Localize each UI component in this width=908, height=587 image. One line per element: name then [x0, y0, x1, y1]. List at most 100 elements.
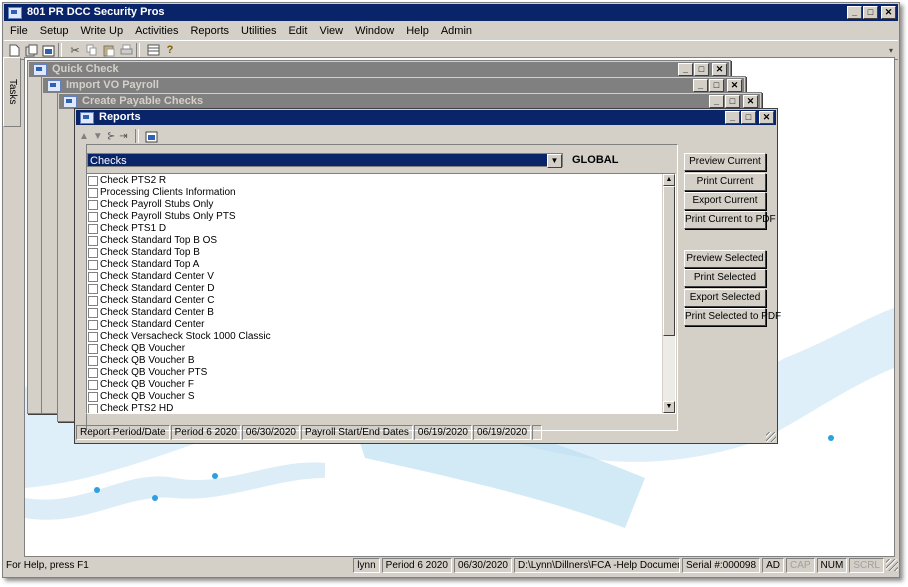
checkbox[interactable] — [88, 296, 98, 306]
quick-check-minimize-button[interactable]: _ — [678, 63, 693, 76]
report-category-select[interactable]: Checks ▼ — [87, 153, 563, 168]
checkbox[interactable] — [88, 260, 98, 270]
checkbox[interactable] — [88, 344, 98, 354]
outdent-icon[interactable]: ⇥ — [119, 131, 127, 142]
checkbox[interactable] — [88, 308, 98, 318]
scroll-up-icon[interactable]: ▲ — [663, 174, 675, 186]
export-current-button[interactable]: Export Current — [684, 192, 766, 210]
list-item[interactable]: Check Standard Top B — [87, 247, 661, 259]
preview-current-button[interactable]: Preview Current — [684, 153, 766, 171]
checkbox[interactable] — [88, 392, 98, 402]
properties-icon[interactable] — [41, 43, 55, 57]
toolbar-overflow-icon[interactable]: ▾ — [884, 43, 898, 57]
quick-check-maximize-button[interactable]: □ — [694, 63, 709, 76]
list-scrollbar[interactable]: ▲ ▼ — [662, 174, 675, 413]
checkbox[interactable] — [88, 404, 98, 413]
list-item[interactable]: Processing Clients Information — [87, 187, 661, 199]
list-item[interactable]: Check QB Voucher PTS — [87, 367, 661, 379]
app-resize-grip[interactable] — [886, 559, 898, 571]
export-selected-button[interactable]: Export Selected — [684, 289, 766, 307]
list-item[interactable]: Check Standard Center D — [87, 283, 661, 295]
dropdown-arrow-icon[interactable]: ▼ — [547, 154, 562, 168]
menu-admin[interactable]: Admin — [435, 23, 478, 39]
print-current-button[interactable]: Print Current — [684, 173, 766, 191]
list-item[interactable]: Check Payroll Stubs Only PTS — [87, 211, 661, 223]
checkbox[interactable] — [88, 320, 98, 330]
indent-icon[interactable]: ⊱ — [107, 131, 115, 142]
menu-utilities[interactable]: Utilities — [235, 23, 282, 39]
checkbox[interactable] — [88, 176, 98, 186]
list-item[interactable]: Check QB Voucher — [87, 343, 661, 355]
checkbox[interactable] — [88, 248, 98, 258]
window-list-icon[interactable] — [146, 43, 160, 57]
checkbox[interactable] — [88, 332, 98, 342]
menu-window[interactable]: Window — [349, 23, 400, 39]
minimize-button[interactable]: _ — [847, 6, 862, 19]
import-vo-payroll-titlebar[interactable]: Import VO Payroll _ □ ✕ — [43, 78, 744, 93]
reports-maximize-button[interactable]: □ — [741, 111, 756, 124]
cut-icon[interactable]: ✂ — [68, 43, 82, 57]
checkbox[interactable] — [88, 284, 98, 294]
list-item[interactable]: Check Standard Center C — [87, 295, 661, 307]
import-vo-close-button[interactable]: ✕ — [727, 79, 742, 92]
import-vo-maximize-button[interactable]: □ — [709, 79, 724, 92]
paste-icon[interactable] — [102, 43, 116, 57]
menu-activities[interactable]: Activities — [129, 23, 184, 39]
list-item[interactable]: Check Versacheck Stock 1000 Classic — [87, 331, 661, 343]
menu-view[interactable]: View — [313, 23, 349, 39]
checkbox[interactable] — [88, 356, 98, 366]
payable-minimize-button[interactable]: _ — [709, 95, 724, 108]
menu-write-up[interactable]: Write Up — [74, 23, 129, 39]
checkbox[interactable] — [88, 272, 98, 282]
reports-close-button[interactable]: ✕ — [759, 111, 774, 124]
checkbox[interactable] — [88, 200, 98, 210]
import-vo-minimize-button[interactable]: _ — [693, 79, 708, 92]
reports-titlebar[interactable]: Reports _ □ ✕ — [76, 110, 776, 125]
print-current-pdf-button[interactable]: Print Current to PDF — [684, 211, 776, 229]
close-button[interactable]: ✕ — [881, 6, 896, 19]
maximize-button[interactable]: □ — [863, 6, 878, 19]
reports-window[interactable]: Reports _ □ ✕ ▲ ▼ ⊱ ⇥ Checks ▼ GLOBAL Ch… — [74, 108, 781, 444]
list-item[interactable]: Check QB Voucher B — [87, 355, 661, 367]
menu-file[interactable]: File — [4, 23, 34, 39]
checkbox[interactable] — [88, 188, 98, 198]
menu-setup[interactable]: Setup — [34, 23, 75, 39]
print-icon[interactable] — [119, 43, 133, 57]
list-item[interactable]: Check Standard Center — [87, 319, 661, 331]
list-item[interactable]: Check Standard Top A — [87, 259, 661, 271]
copy-icon[interactable] — [85, 43, 99, 57]
new-icon[interactable] — [7, 43, 21, 57]
payable-close-button[interactable]: ✕ — [743, 95, 758, 108]
checkbox[interactable] — [88, 212, 98, 222]
move-down-icon[interactable]: ▼ — [93, 131, 103, 142]
list-item[interactable]: Check Standard Top B OS — [87, 235, 661, 247]
menu-edit[interactable]: Edit — [282, 23, 313, 39]
checkbox[interactable] — [88, 368, 98, 378]
list-item[interactable]: Check Standard Center V — [87, 271, 661, 283]
print-selected-button[interactable]: Print Selected — [684, 269, 766, 287]
tasks-tab[interactable]: Tasks — [3, 57, 21, 127]
scroll-thumb[interactable] — [663, 186, 675, 336]
list-item[interactable]: Check QB Voucher S — [87, 391, 661, 403]
payable-maximize-button[interactable]: □ — [725, 95, 740, 108]
preview-selected-button[interactable]: Preview Selected — [684, 250, 766, 268]
list-item[interactable]: Check PTS2 HD — [87, 403, 661, 413]
print-selected-pdf-button[interactable]: Print Selected to PDF — [684, 308, 781, 326]
list-item[interactable]: Check Payroll Stubs Only — [87, 199, 661, 211]
list-item[interactable]: Check PTS1 D — [87, 223, 661, 235]
quick-check-close-button[interactable]: ✕ — [712, 63, 727, 76]
checkbox[interactable] — [88, 236, 98, 246]
app-titlebar[interactable]: 801 PR DCC Security Pros _ □ ✕ — [4, 4, 898, 21]
quick-check-titlebar[interactable]: Quick Check _ □ ✕ — [29, 62, 729, 77]
report-properties-icon[interactable] — [145, 129, 159, 143]
list-item[interactable]: Check QB Voucher F — [87, 379, 661, 391]
scroll-down-icon[interactable]: ▼ — [663, 401, 675, 413]
reports-minimize-button[interactable]: _ — [725, 111, 740, 124]
create-payable-checks-titlebar[interactable]: Create Payable Checks _ □ ✕ — [59, 94, 760, 109]
checkbox[interactable] — [88, 224, 98, 234]
list-item[interactable]: Check PTS2 R — [87, 175, 661, 187]
report-list[interactable]: Check PTS2 R Processing Clients Informat… — [86, 173, 676, 414]
checkbox[interactable] — [88, 380, 98, 390]
help-icon[interactable]: ? — [163, 43, 177, 57]
menu-help[interactable]: Help — [400, 23, 435, 39]
